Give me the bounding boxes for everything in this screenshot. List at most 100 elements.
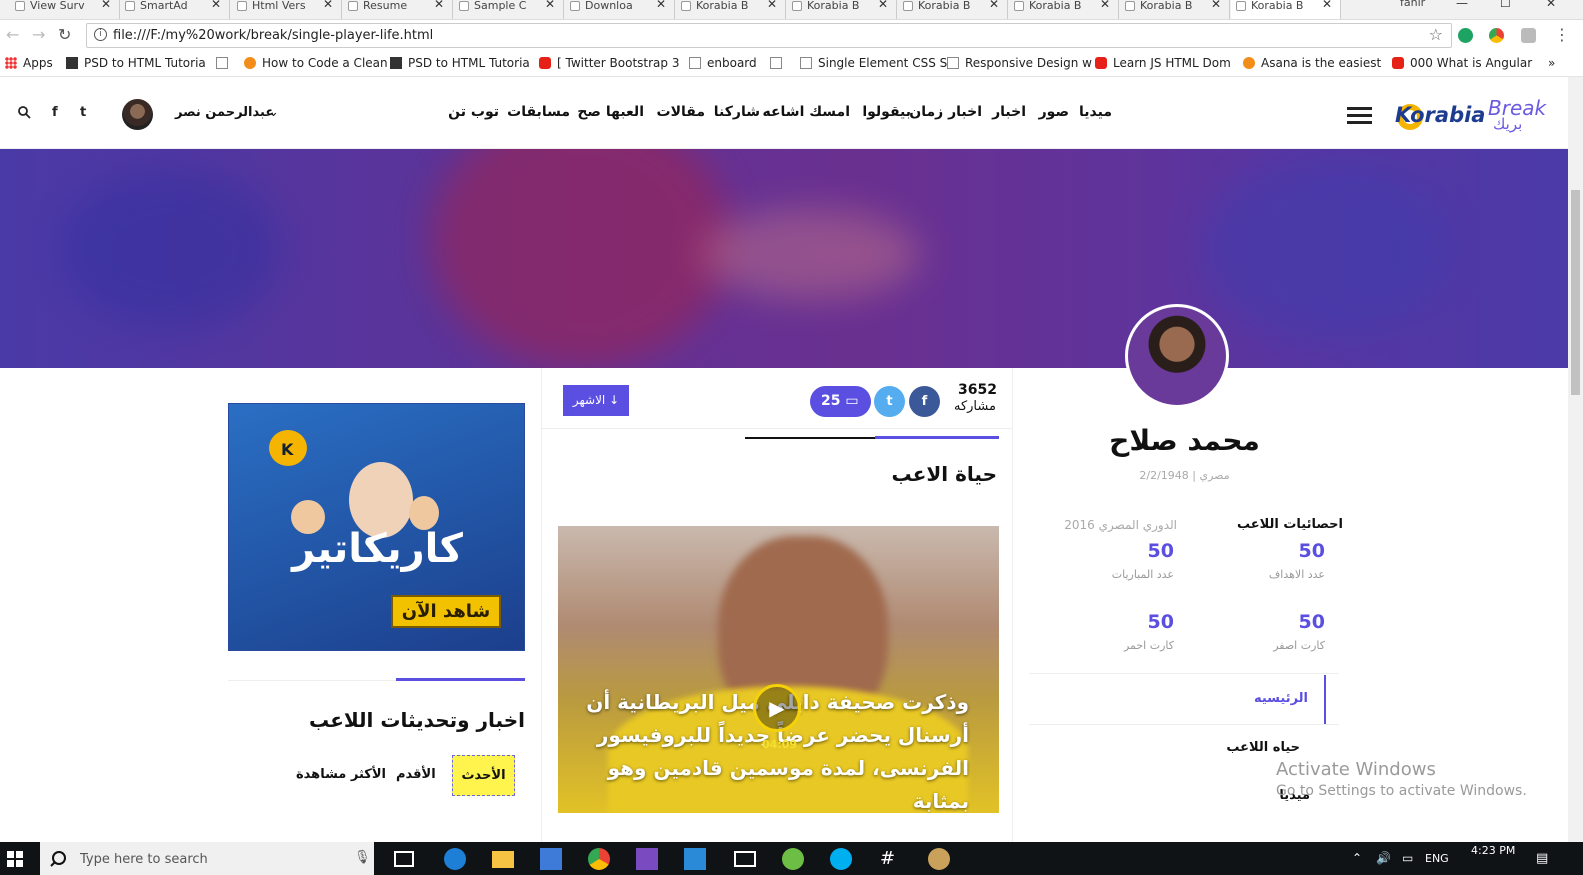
browser-tab[interactable]: Korabia B ✕	[898, 0, 1008, 19]
nav-item-media[interactable]: ميديا	[1079, 104, 1112, 120]
tab-most-viewed[interactable]: الأكثر مشاهدة	[296, 767, 386, 782]
nav-item-play-right[interactable]: العبها صح	[577, 104, 644, 120]
close-icon[interactable]: ✕	[1100, 0, 1110, 10]
reload-icon[interactable]: ↻	[58, 25, 71, 44]
close-icon[interactable]: ✕	[767, 0, 777, 10]
browser-tab[interactable]: Korabia B ✕	[1009, 0, 1119, 19]
utorrent-icon[interactable]	[782, 848, 804, 870]
bookmark-apps[interactable]: Apps	[5, 56, 53, 70]
browser-tab[interactable]: Sample C ✕	[454, 0, 564, 19]
nav-item-news[interactable]: اخبار	[992, 104, 1026, 120]
watch-now-button[interactable]: شاهد الآن	[391, 595, 501, 628]
vscode-icon[interactable]	[684, 848, 706, 870]
close-icon[interactable]: ✕	[1322, 0, 1332, 10]
close-icon[interactable]: ✕	[878, 0, 888, 10]
address-bar[interactable]: i file:///F:/my%20work/break/single-play…	[86, 23, 1452, 48]
nav-item-rumors[interactable]: امسك اشاعه	[763, 104, 851, 120]
tray-chevron-icon[interactable]: ⌃	[1352, 851, 1362, 865]
skype-icon[interactable]	[830, 848, 852, 870]
mail-icon[interactable]	[734, 851, 756, 867]
visual-studio-icon[interactable]	[636, 848, 658, 870]
close-icon[interactable]: ✕	[656, 0, 666, 10]
notifications-icon[interactable]: ▤	[1536, 851, 1548, 866]
caricature-ad[interactable]: K كاريكاتير شاهد الآن	[228, 403, 525, 651]
nav-item-they-say[interactable]: بيقولوا	[862, 104, 911, 120]
bookmark-item[interactable]: PSD to HTML Tutoria	[66, 56, 206, 70]
nav-item-photos[interactable]: صور	[1039, 104, 1069, 120]
close-icon[interactable]: ✕	[989, 0, 999, 10]
browser-tab[interactable]: Resume ✕	[343, 0, 453, 19]
facebook-icon[interactable]: f	[52, 105, 58, 120]
extension-icon[interactable]	[1489, 28, 1504, 43]
side-menu-player-life[interactable]: حياه اللاعب	[1226, 740, 1300, 755]
site-logo[interactable]: Korabia Break بريك	[1390, 91, 1550, 139]
back-icon[interactable]: ←	[6, 25, 19, 44]
forward-icon[interactable]: →	[32, 25, 45, 44]
avatar[interactable]	[122, 99, 153, 130]
twitter-icon[interactable]: t	[80, 105, 86, 120]
menu-dots-icon[interactable]: ⋮	[1554, 25, 1570, 44]
browser-tab[interactable]: Html Vers ✕	[232, 0, 342, 19]
close-icon[interactable]: ✕	[434, 0, 444, 10]
bookmark-item[interactable]: Asana is the easiest	[1243, 56, 1381, 70]
grammarly-icon[interactable]	[1458, 28, 1473, 43]
file-explorer-icon[interactable]	[492, 851, 514, 868]
profile-name[interactable]: fahir	[1400, 0, 1425, 9]
bookmark-item[interactable]: Single Element CSS S	[800, 56, 947, 70]
nav-item-old-news[interactable]: اخبار زمان	[909, 104, 982, 120]
network-icon[interactable]: ▭	[1402, 851, 1413, 865]
browser-tab-active[interactable]: Korabia B ✕	[1231, 0, 1341, 19]
edge-icon[interactable]	[444, 848, 466, 870]
browser-tab[interactable]: Korabia B ✕	[676, 0, 786, 19]
close-icon[interactable]: ✕	[211, 0, 221, 10]
comments-button[interactable]: 25 ▭	[810, 386, 871, 417]
bookmark-item[interactable]: How to Code a Clean	[244, 56, 388, 70]
taskbar-search[interactable]: Type here to search 🎙	[40, 842, 374, 875]
nav-item-articles[interactable]: مقالات	[657, 104, 706, 120]
camera-icon[interactable]	[1521, 28, 1536, 43]
bookmark-item[interactable]	[770, 56, 788, 70]
nav-item-share[interactable]: شاركنا	[714, 104, 760, 120]
browser-tab[interactable]: Korabia B ✕	[1120, 0, 1230, 19]
twitter-share-icon[interactable]: t	[874, 386, 905, 417]
chevron-down-icon[interactable]: ⌄	[268, 105, 279, 120]
hamburger-menu-icon[interactable]	[1347, 107, 1372, 125]
minimize-icon[interactable]: —	[1456, 0, 1468, 10]
more-bookmarks-icon[interactable]: »	[1548, 56, 1555, 70]
clock-time[interactable]: 4:23 PM	[1471, 844, 1515, 857]
user-name[interactable]: عبدالرحمن نصر	[175, 105, 274, 120]
bookmark-item[interactable]: 000 What is Angular	[1392, 56, 1532, 70]
side-menu-home[interactable]: الرئيسيه	[1254, 691, 1308, 706]
close-icon[interactable]: ✕	[323, 0, 333, 10]
page-scrollbar[interactable]	[1568, 77, 1583, 842]
video-player[interactable]: وذكرت صحيفة دايلي ميل البريطانية أن أرسن…	[558, 526, 999, 813]
search-icon[interactable]	[18, 106, 31, 119]
bookmark-item[interactable]	[216, 56, 234, 70]
star-icon[interactable]: ☆	[1429, 25, 1443, 44]
windows-start-icon[interactable]	[7, 851, 23, 867]
tab-oldest[interactable]: الأقدم	[396, 767, 436, 782]
play-icon[interactable]: ▶	[753, 684, 801, 732]
sort-popular-button[interactable]: ↓ الاشهر	[563, 385, 629, 416]
browser-tab[interactable]: Downloa ✕	[565, 0, 675, 19]
slack-icon[interactable]: #	[880, 848, 902, 870]
nav-item-top-ten[interactable]: توب تن	[448, 104, 499, 120]
bookmark-item[interactable]: Learn JS HTML Dom	[1095, 56, 1231, 70]
close-icon[interactable]: ✕	[1211, 0, 1221, 10]
url-text[interactable]: file:///F:/my%20work/break/single-player…	[113, 28, 433, 43]
volume-icon[interactable]: 🔊	[1376, 851, 1391, 865]
chrome-icon[interactable]	[588, 848, 610, 870]
task-view-icon[interactable]	[394, 851, 414, 867]
maximize-icon[interactable]: ☐	[1500, 0, 1511, 10]
tab-latest[interactable]: الأحدث	[452, 755, 515, 796]
close-window-icon[interactable]: ✕	[1546, 0, 1556, 10]
bookmark-item[interactable]: [ Twitter Bootstrap 3	[539, 56, 679, 70]
bookmark-item[interactable]: PSD to HTML Tutoria	[390, 56, 530, 70]
bookmark-item[interactable]: Responsive Design w	[947, 56, 1092, 70]
browser-tab[interactable]: View Surv ✕	[10, 0, 120, 19]
user-menu[interactable]: عبدالرحمن نصر ⌄	[122, 99, 292, 131]
browser-tab[interactable]: SmartAd ✕	[120, 0, 230, 19]
info-icon[interactable]: i	[94, 28, 107, 41]
bookmark-item[interactable]: enboard	[689, 56, 757, 70]
nav-item-contests[interactable]: مسابقات	[507, 104, 570, 120]
